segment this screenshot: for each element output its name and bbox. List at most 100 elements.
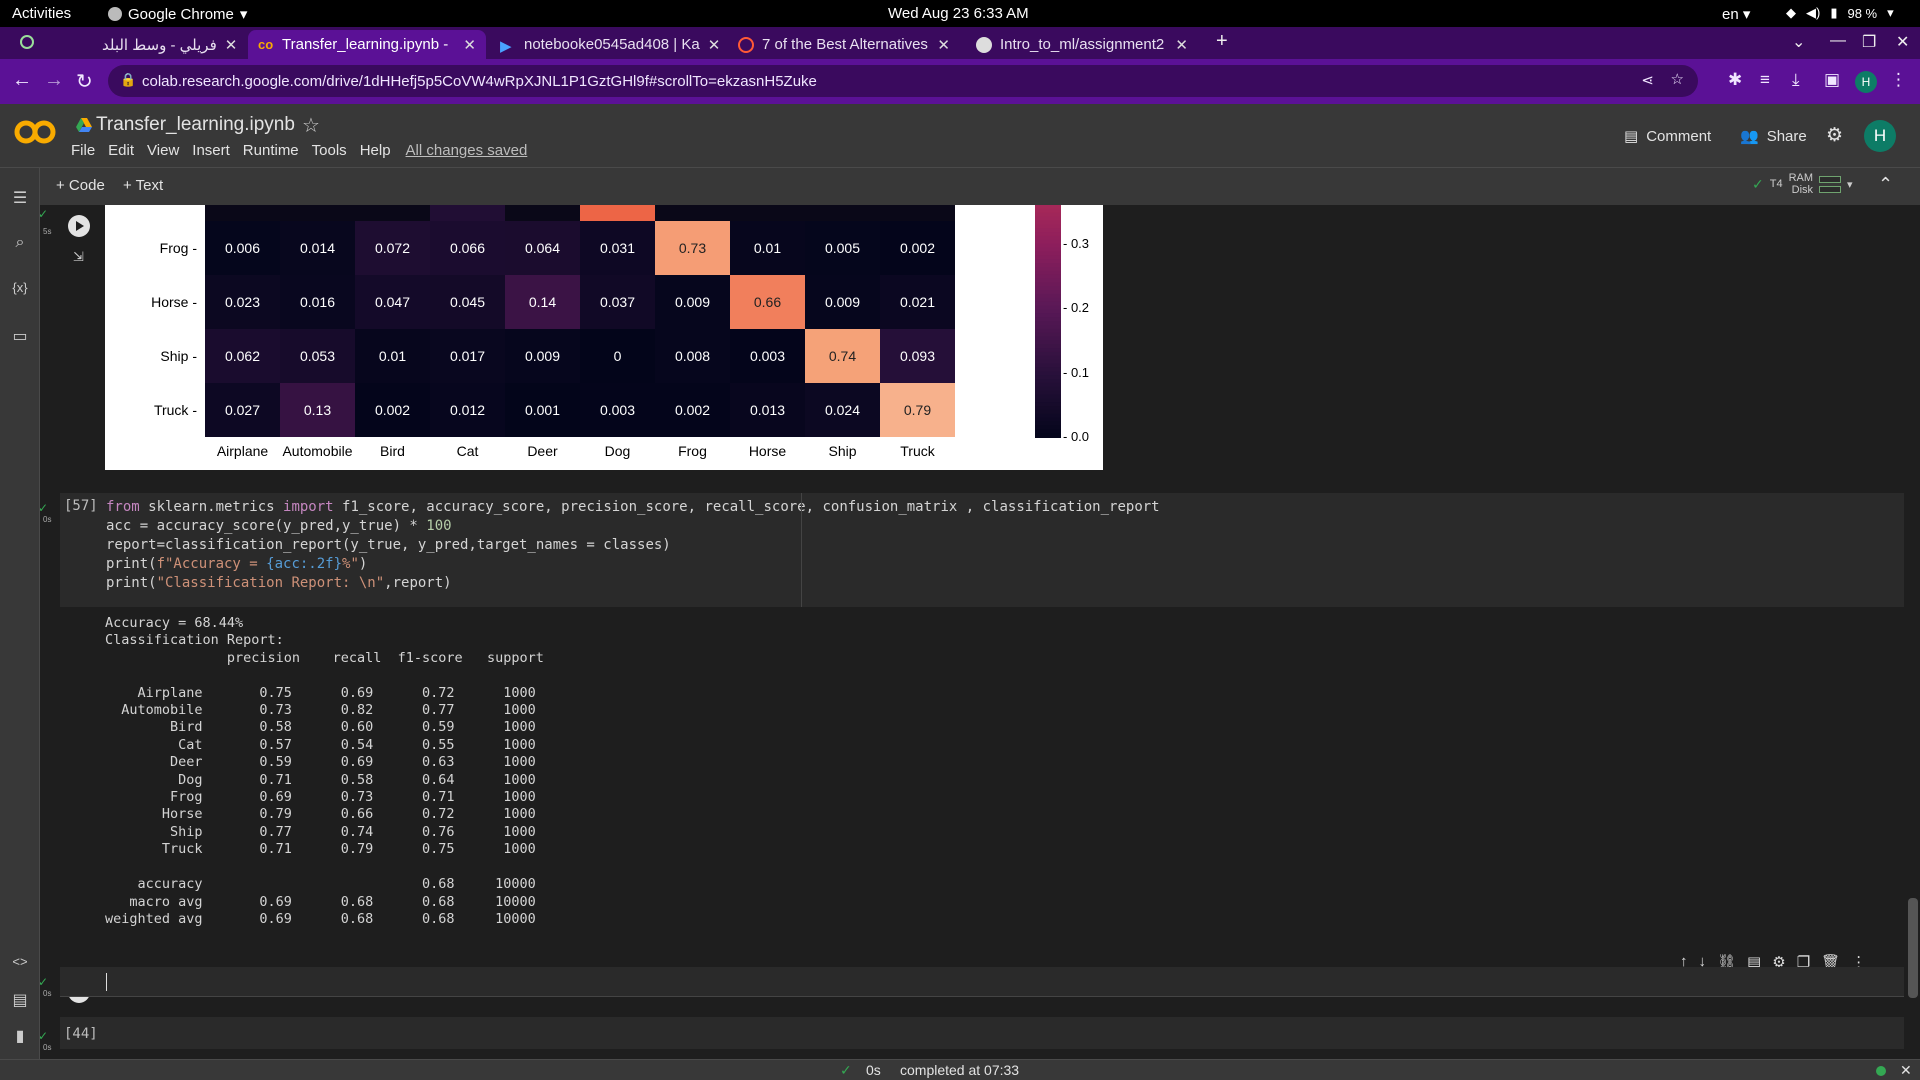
colab-logo[interactable] xyxy=(14,118,56,146)
collapse-header-icon[interactable]: ⌃ xyxy=(1878,174,1893,195)
close-icon[interactable]: ✕ xyxy=(937,36,950,54)
clock[interactable]: Wed Aug 23 6:33 AM xyxy=(888,5,1029,22)
drive-icon[interactable] xyxy=(76,118,92,132)
heatmap-row-label: Ship - xyxy=(160,348,197,364)
tab-title: notebooke0545ad408 | Ka xyxy=(524,36,700,53)
add-code-button[interactable]: + Code xyxy=(56,177,105,194)
restore-icon[interactable]: ❐ xyxy=(1862,32,1876,52)
heatmap-top-strip-cell xyxy=(430,205,505,221)
command-palette-icon[interactable]: ▤ xyxy=(10,990,30,1010)
heatmap-cell-label: 0.74 xyxy=(828,348,857,364)
colorbar-segment xyxy=(1035,433,1061,438)
table-of-contents-icon[interactable]: ☰ xyxy=(10,188,30,208)
language-indicator[interactable]: en ▾ xyxy=(1722,5,1750,23)
system-tray[interactable]: ◆ ◀) ▮ 98 % ▾ xyxy=(1786,5,1894,21)
user-avatar[interactable]: H xyxy=(1864,120,1896,152)
github-icon xyxy=(976,36,992,53)
variables-icon[interactable]: {x} xyxy=(10,280,30,295)
close-icon[interactable]: ✕ xyxy=(1175,36,1188,54)
comment-button[interactable]: ▤ Comment xyxy=(1624,127,1712,146)
close-window-icon[interactable]: ✕ xyxy=(1896,32,1909,52)
empty-code-cell[interactable] xyxy=(60,967,1904,997)
tab-transfer-learning[interactable]: co Transfer_learning.ipynb - ✕ xyxy=(248,30,486,59)
menu-view[interactable]: View xyxy=(147,142,179,159)
forward-icon[interactable]: → xyxy=(44,69,64,92)
new-tab-button[interactable]: + xyxy=(1216,30,1228,53)
extensions-icon[interactable]: ✱ xyxy=(1728,70,1742,90)
comment-label: Comment xyxy=(1646,127,1712,145)
media-icon[interactable]: ≡ xyxy=(1760,70,1770,90)
reload-icon[interactable]: ↻ xyxy=(76,69,93,94)
files-icon[interactable]: ▭ xyxy=(10,326,30,346)
tab-fribly[interactable]: فريلي - وسط البلد ✕ xyxy=(92,30,242,59)
output-menu-icon[interactable]: ⇲ xyxy=(73,249,84,265)
app-menu[interactable]: Google Chrome ▾ xyxy=(108,5,247,23)
tab-list-icon[interactable]: ⌄ xyxy=(1792,32,1805,52)
notebook-scrollbar[interactable] xyxy=(1908,898,1918,998)
side-panel-icon[interactable]: ▣ xyxy=(1824,70,1840,90)
search-icon[interactable]: ⌕ xyxy=(10,234,30,252)
terminal-icon[interactable]: ▮ xyxy=(10,1026,30,1046)
run-cell-button[interactable] xyxy=(68,215,90,237)
heatmap-cell-label: 0.002 xyxy=(899,240,936,256)
profile-avatar[interactable]: H xyxy=(1855,71,1877,93)
lock-icon[interactable]: 🔒 xyxy=(120,72,136,88)
menu-insert[interactable]: Insert xyxy=(192,142,230,159)
menu-file[interactable]: File xyxy=(71,142,95,159)
heatmap-cell-label: 0.01 xyxy=(378,348,407,364)
back-icon[interactable]: ← xyxy=(12,69,32,92)
code-cell[interactable]: [44] xyxy=(60,1017,1904,1049)
minimize-icon[interactable]: — xyxy=(1830,32,1846,50)
kaggle-icon: ▶ xyxy=(500,37,512,55)
chrome-icon xyxy=(108,7,122,21)
heatmap-cell-label: 0.031 xyxy=(599,240,636,256)
battery-icon: ▮ xyxy=(1830,5,1838,20)
heatmap-cell-label: 0.023 xyxy=(224,294,261,310)
success-check-icon: ✓ xyxy=(40,975,49,989)
people-icon: 👥 xyxy=(1740,128,1759,145)
classification-report-output: Accuracy = 68.44% Classification Report:… xyxy=(105,615,544,927)
tab-alternatives[interactable]: 7 of the Best Alternatives ✕ xyxy=(728,30,960,59)
system-top-bar: Activities Google Chrome ▾ Wed Aug 23 6:… xyxy=(0,0,1920,27)
tab-github-assignment[interactable]: Intro_to_ml/assignment2 ✕ xyxy=(966,30,1198,59)
share-button[interactable]: 👥 Share xyxy=(1740,127,1807,146)
notebook-toolbar: + Code + Text ✓ T4 RAM Disk ▾ ⌃ xyxy=(40,168,1920,205)
close-icon[interactable]: ✕ xyxy=(463,36,476,54)
code-cell[interactable]: [57] from sklearn.metrics import f1_scor… xyxy=(60,493,1904,607)
activities-button[interactable]: Activities xyxy=(12,5,71,22)
heatmap-cell-label: 0.66 xyxy=(753,294,782,310)
heatmap-row-label: Truck - xyxy=(153,402,197,418)
notebook-title[interactable]: Transfer_learning.ipynb xyxy=(96,114,295,136)
download-icon[interactable]: ⤓ xyxy=(1792,70,1800,90)
editor-ruler xyxy=(801,493,802,607)
menu-help[interactable]: Help xyxy=(360,142,391,159)
settings-gear-icon[interactable]: ⚙ xyxy=(1826,124,1843,147)
chevron-down-icon[interactable]: ▾ xyxy=(1847,178,1853,191)
bookmark-star-icon[interactable]: ☆ xyxy=(1671,70,1684,88)
code-snippets-icon[interactable]: <> xyxy=(10,954,30,969)
heatmap-cell-label: 0.009 xyxy=(524,348,561,364)
menu-runtime[interactable]: Runtime xyxy=(243,142,299,159)
heatmap-cell-label: 0.008 xyxy=(674,348,711,364)
tab-search-icon[interactable] xyxy=(20,35,34,49)
exec-time: 0s xyxy=(43,515,52,524)
close-icon[interactable]: ✕ xyxy=(708,36,721,54)
menu-tools[interactable]: Tools xyxy=(312,142,347,159)
close-icon[interactable]: ✕ xyxy=(225,36,238,54)
heatmap-cell-label: 0.13 xyxy=(303,402,332,418)
address-bar[interactable]: 🔒 colab.research.google.com/drive/1dHHef… xyxy=(108,65,1698,97)
heatmap-cell-label: 0.003 xyxy=(599,402,636,418)
app-name: Google Chrome xyxy=(128,5,234,23)
more-menu-icon[interactable]: ⋮ xyxy=(1890,70,1907,90)
code-editor[interactable]: from sklearn.metrics import f1_score, ac… xyxy=(106,498,1160,593)
save-status-link[interactable]: All changes saved xyxy=(406,142,528,159)
star-icon[interactable]: ☆ xyxy=(302,113,320,138)
completed-status[interactable]: completed at 07:33 xyxy=(900,1062,1019,1078)
menu-edit[interactable]: Edit xyxy=(108,142,134,159)
share-page-icon[interactable]: ⋖ xyxy=(1641,71,1654,89)
close-icon[interactable]: ✕ xyxy=(1900,1062,1912,1079)
runtime-resources[interactable]: ✓ T4 RAM Disk ▾ xyxy=(1752,172,1853,196)
add-text-button[interactable]: + Text xyxy=(123,177,163,194)
confusion-matrix-heatmap: 0.006 0.014 0.072 0.066 0.064 0.031 0.73 0.01 0.… xyxy=(105,205,1103,470)
tab-kaggle-notebook[interactable]: ▶ notebooke0545ad408 | Ka ✕ xyxy=(490,30,722,59)
